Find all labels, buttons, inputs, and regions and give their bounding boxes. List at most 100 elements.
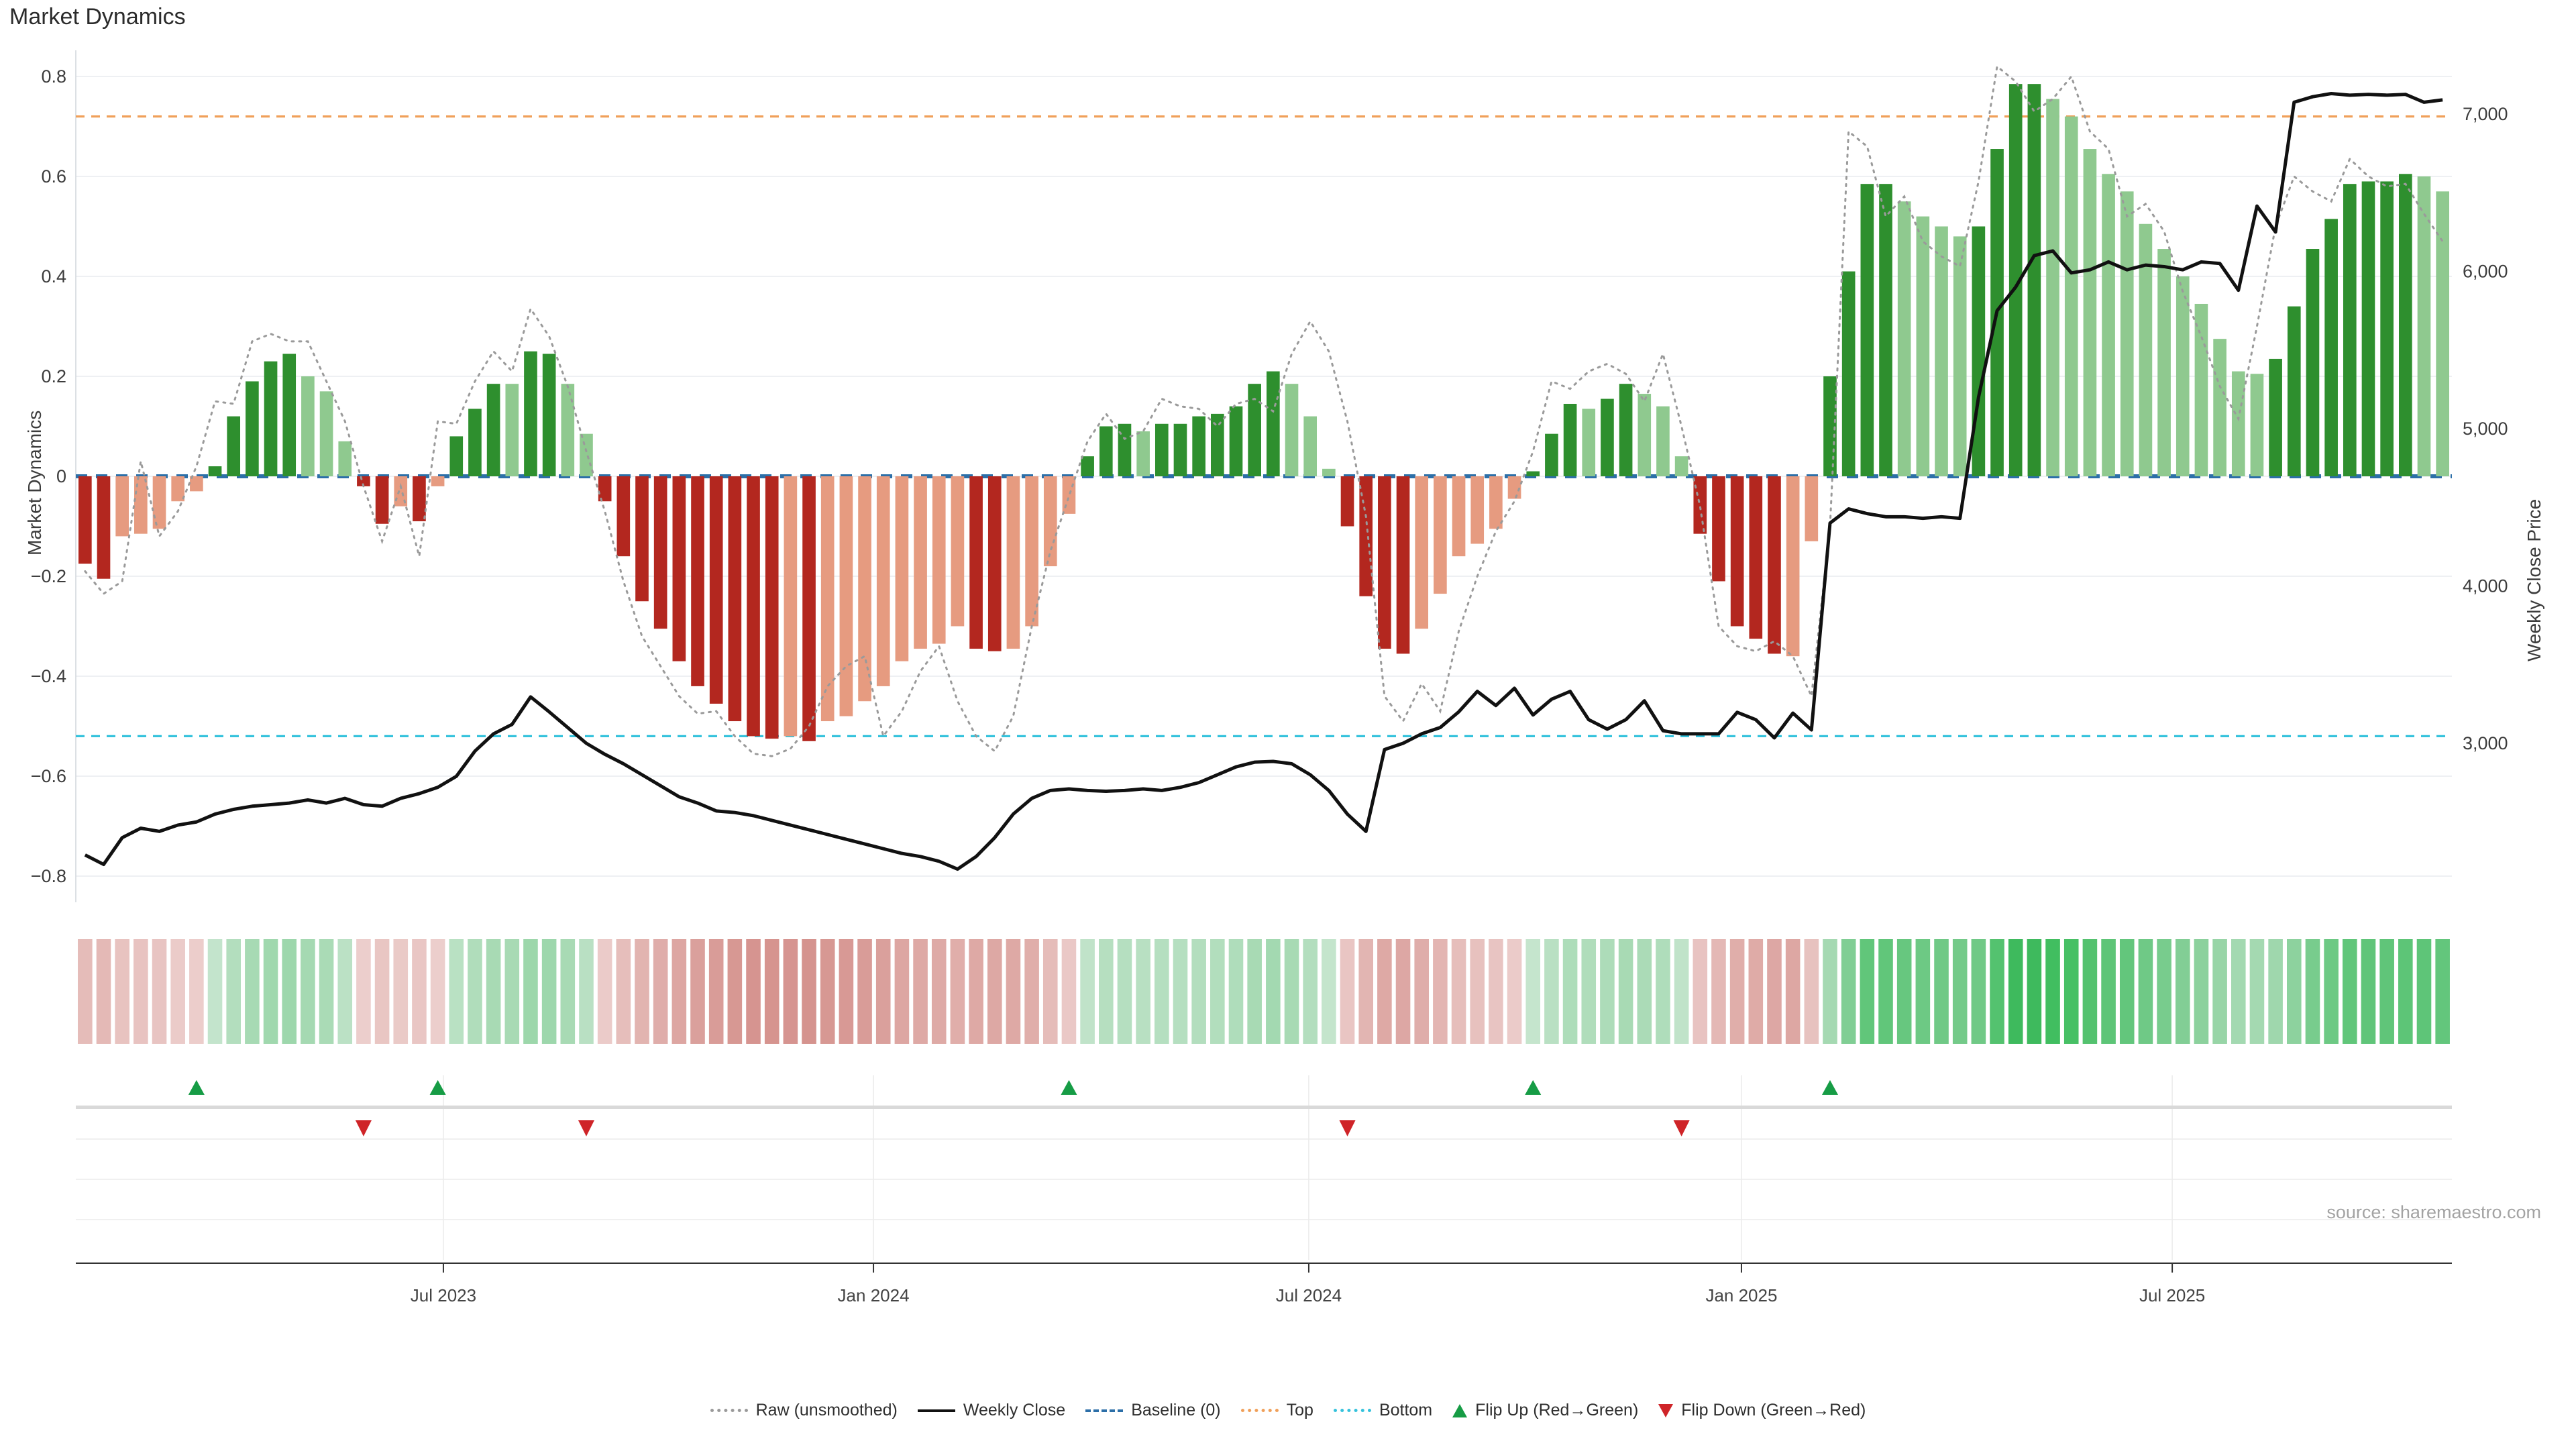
heatmap-cell[interactable]: [987, 939, 1002, 1044]
legend-item-5[interactable]: Flip Up (Red→Green): [1452, 1401, 1638, 1420]
md-bar[interactable]: [1601, 399, 1614, 476]
md-bar[interactable]: [282, 354, 296, 476]
heatmap-cell[interactable]: [412, 939, 427, 1044]
md-bar[interactable]: [710, 476, 723, 704]
md-bar[interactable]: [2232, 372, 2245, 476]
heatmap-cell[interactable]: [2139, 939, 2153, 1044]
heatmap-cell[interactable]: [616, 939, 631, 1044]
heatmap-cell[interactable]: [820, 939, 835, 1044]
heatmap-cell[interactable]: [1118, 939, 1132, 1044]
md-bar[interactable]: [580, 434, 593, 476]
heatmap-cell[interactable]: [2212, 939, 2227, 1044]
md-bar[interactable]: [1063, 476, 1076, 514]
md-bar[interactable]: [877, 476, 890, 686]
heatmap-cell[interactable]: [170, 939, 185, 1044]
heatmap-cell[interactable]: [1006, 939, 1021, 1044]
heatmap-cell[interactable]: [969, 939, 983, 1044]
heatmap-cell[interactable]: [2194, 939, 2209, 1044]
heatmap-cell[interactable]: [1080, 939, 1095, 1044]
heatmap-cell[interactable]: [895, 939, 910, 1044]
flip-down-marker[interactable]: [1340, 1120, 1356, 1136]
heatmap-cell[interactable]: [1544, 939, 1559, 1044]
heatmap-cell[interactable]: [1024, 939, 1039, 1044]
heatmap-cell[interactable]: [2157, 939, 2171, 1044]
md-bar[interactable]: [2269, 359, 2282, 476]
md-bar[interactable]: [858, 476, 871, 701]
heatmap-cell[interactable]: [1972, 939, 1986, 1044]
heatmap-cell[interactable]: [1489, 939, 1503, 1044]
heatmap-cell[interactable]: [1711, 939, 1726, 1044]
md-bar[interactable]: [468, 409, 482, 476]
heatmap-cell[interactable]: [208, 939, 223, 1044]
heatmap-cell[interactable]: [857, 939, 872, 1044]
heatmap-cell[interactable]: [375, 939, 390, 1044]
heatmap-cell[interactable]: [2250, 939, 2265, 1044]
md-bar[interactable]: [561, 384, 574, 476]
heatmap-cell[interactable]: [2064, 939, 2079, 1044]
md-bar[interactable]: [2139, 224, 2153, 476]
heatmap-cell[interactable]: [2287, 939, 2302, 1044]
heatmap-cell[interactable]: [468, 939, 482, 1044]
heatmap-cell[interactable]: [2176, 939, 2190, 1044]
legend-item-4[interactable]: Bottom: [1334, 1401, 1432, 1420]
md-bar[interactable]: [227, 417, 240, 476]
md-bar[interactable]: [1230, 407, 1243, 476]
heatmap-cell[interactable]: [1229, 939, 1244, 1044]
md-bar[interactable]: [2380, 181, 2394, 476]
md-bar[interactable]: [1619, 384, 1633, 476]
heatmap-cell[interactable]: [1953, 939, 1968, 1044]
md-bar[interactable]: [1136, 431, 1150, 476]
legend-item-1[interactable]: Weekly Close: [918, 1401, 1065, 1420]
md-bar[interactable]: [78, 476, 92, 564]
heatmap-cell[interactable]: [2008, 939, 2023, 1044]
flip-up-marker[interactable]: [1061, 1080, 1077, 1095]
heatmap-cell[interactable]: [189, 939, 204, 1044]
md-bar[interactable]: [246, 381, 259, 476]
md-bar[interactable]: [2251, 374, 2264, 476]
md-bar[interactable]: [2362, 181, 2375, 476]
heatmap-cell[interactable]: [133, 939, 148, 1044]
md-bar[interactable]: [1638, 394, 1651, 476]
heatmap-cell[interactable]: [2379, 939, 2394, 1044]
md-bar[interactable]: [505, 384, 519, 476]
md-bar[interactable]: [1786, 476, 1800, 656]
heatmap-cell[interactable]: [486, 939, 501, 1044]
heatmap-cell[interactable]: [876, 939, 891, 1044]
md-bar[interactable]: [431, 476, 445, 486]
md-bar[interactable]: [209, 466, 222, 476]
heatmap-cell[interactable]: [951, 939, 965, 1044]
heatmap-cell[interactable]: [2027, 939, 2042, 1044]
heatmap-cell[interactable]: [1285, 939, 1299, 1044]
md-bar[interactable]: [1099, 427, 1113, 477]
md-bar[interactable]: [524, 352, 537, 476]
heatmap-cell[interactable]: [839, 939, 854, 1044]
heatmap-cell[interactable]: [356, 939, 371, 1044]
heatmap-cell[interactable]: [1563, 939, 1578, 1044]
md-bar[interactable]: [2176, 276, 2190, 476]
heatmap-cell[interactable]: [504, 939, 519, 1044]
md-bar[interactable]: [1452, 476, 1466, 556]
md-bar[interactable]: [1823, 376, 1837, 476]
md-bar[interactable]: [951, 476, 965, 627]
heatmap-cell[interactable]: [1878, 939, 1893, 1044]
heatmap-cell[interactable]: [1767, 939, 1782, 1044]
md-bar[interactable]: [115, 476, 129, 536]
md-bar[interactable]: [1953, 236, 1967, 476]
heatmap-cell[interactable]: [226, 939, 241, 1044]
md-bar[interactable]: [821, 476, 835, 721]
heatmap-cell[interactable]: [2398, 939, 2413, 1044]
md-bar[interactable]: [2028, 84, 2041, 476]
heatmap-cell[interactable]: [2231, 939, 2246, 1044]
legend-item-0[interactable]: Raw (unsmoothed): [710, 1401, 898, 1420]
heatmap-cell[interactable]: [1934, 939, 1949, 1044]
md-bar[interactable]: [2343, 184, 2357, 476]
heatmap-cell[interactable]: [1786, 939, 1801, 1044]
heatmap-cell[interactable]: [802, 939, 816, 1044]
md-bar[interactable]: [1378, 476, 1391, 649]
heatmap-cell[interactable]: [1823, 939, 1837, 1044]
heatmap-cell[interactable]: [1136, 939, 1150, 1044]
md-bar[interactable]: [1898, 201, 1911, 476]
md-bar[interactable]: [301, 376, 315, 476]
md-bar[interactable]: [2288, 307, 2301, 476]
heatmap-cell[interactable]: [152, 939, 167, 1044]
